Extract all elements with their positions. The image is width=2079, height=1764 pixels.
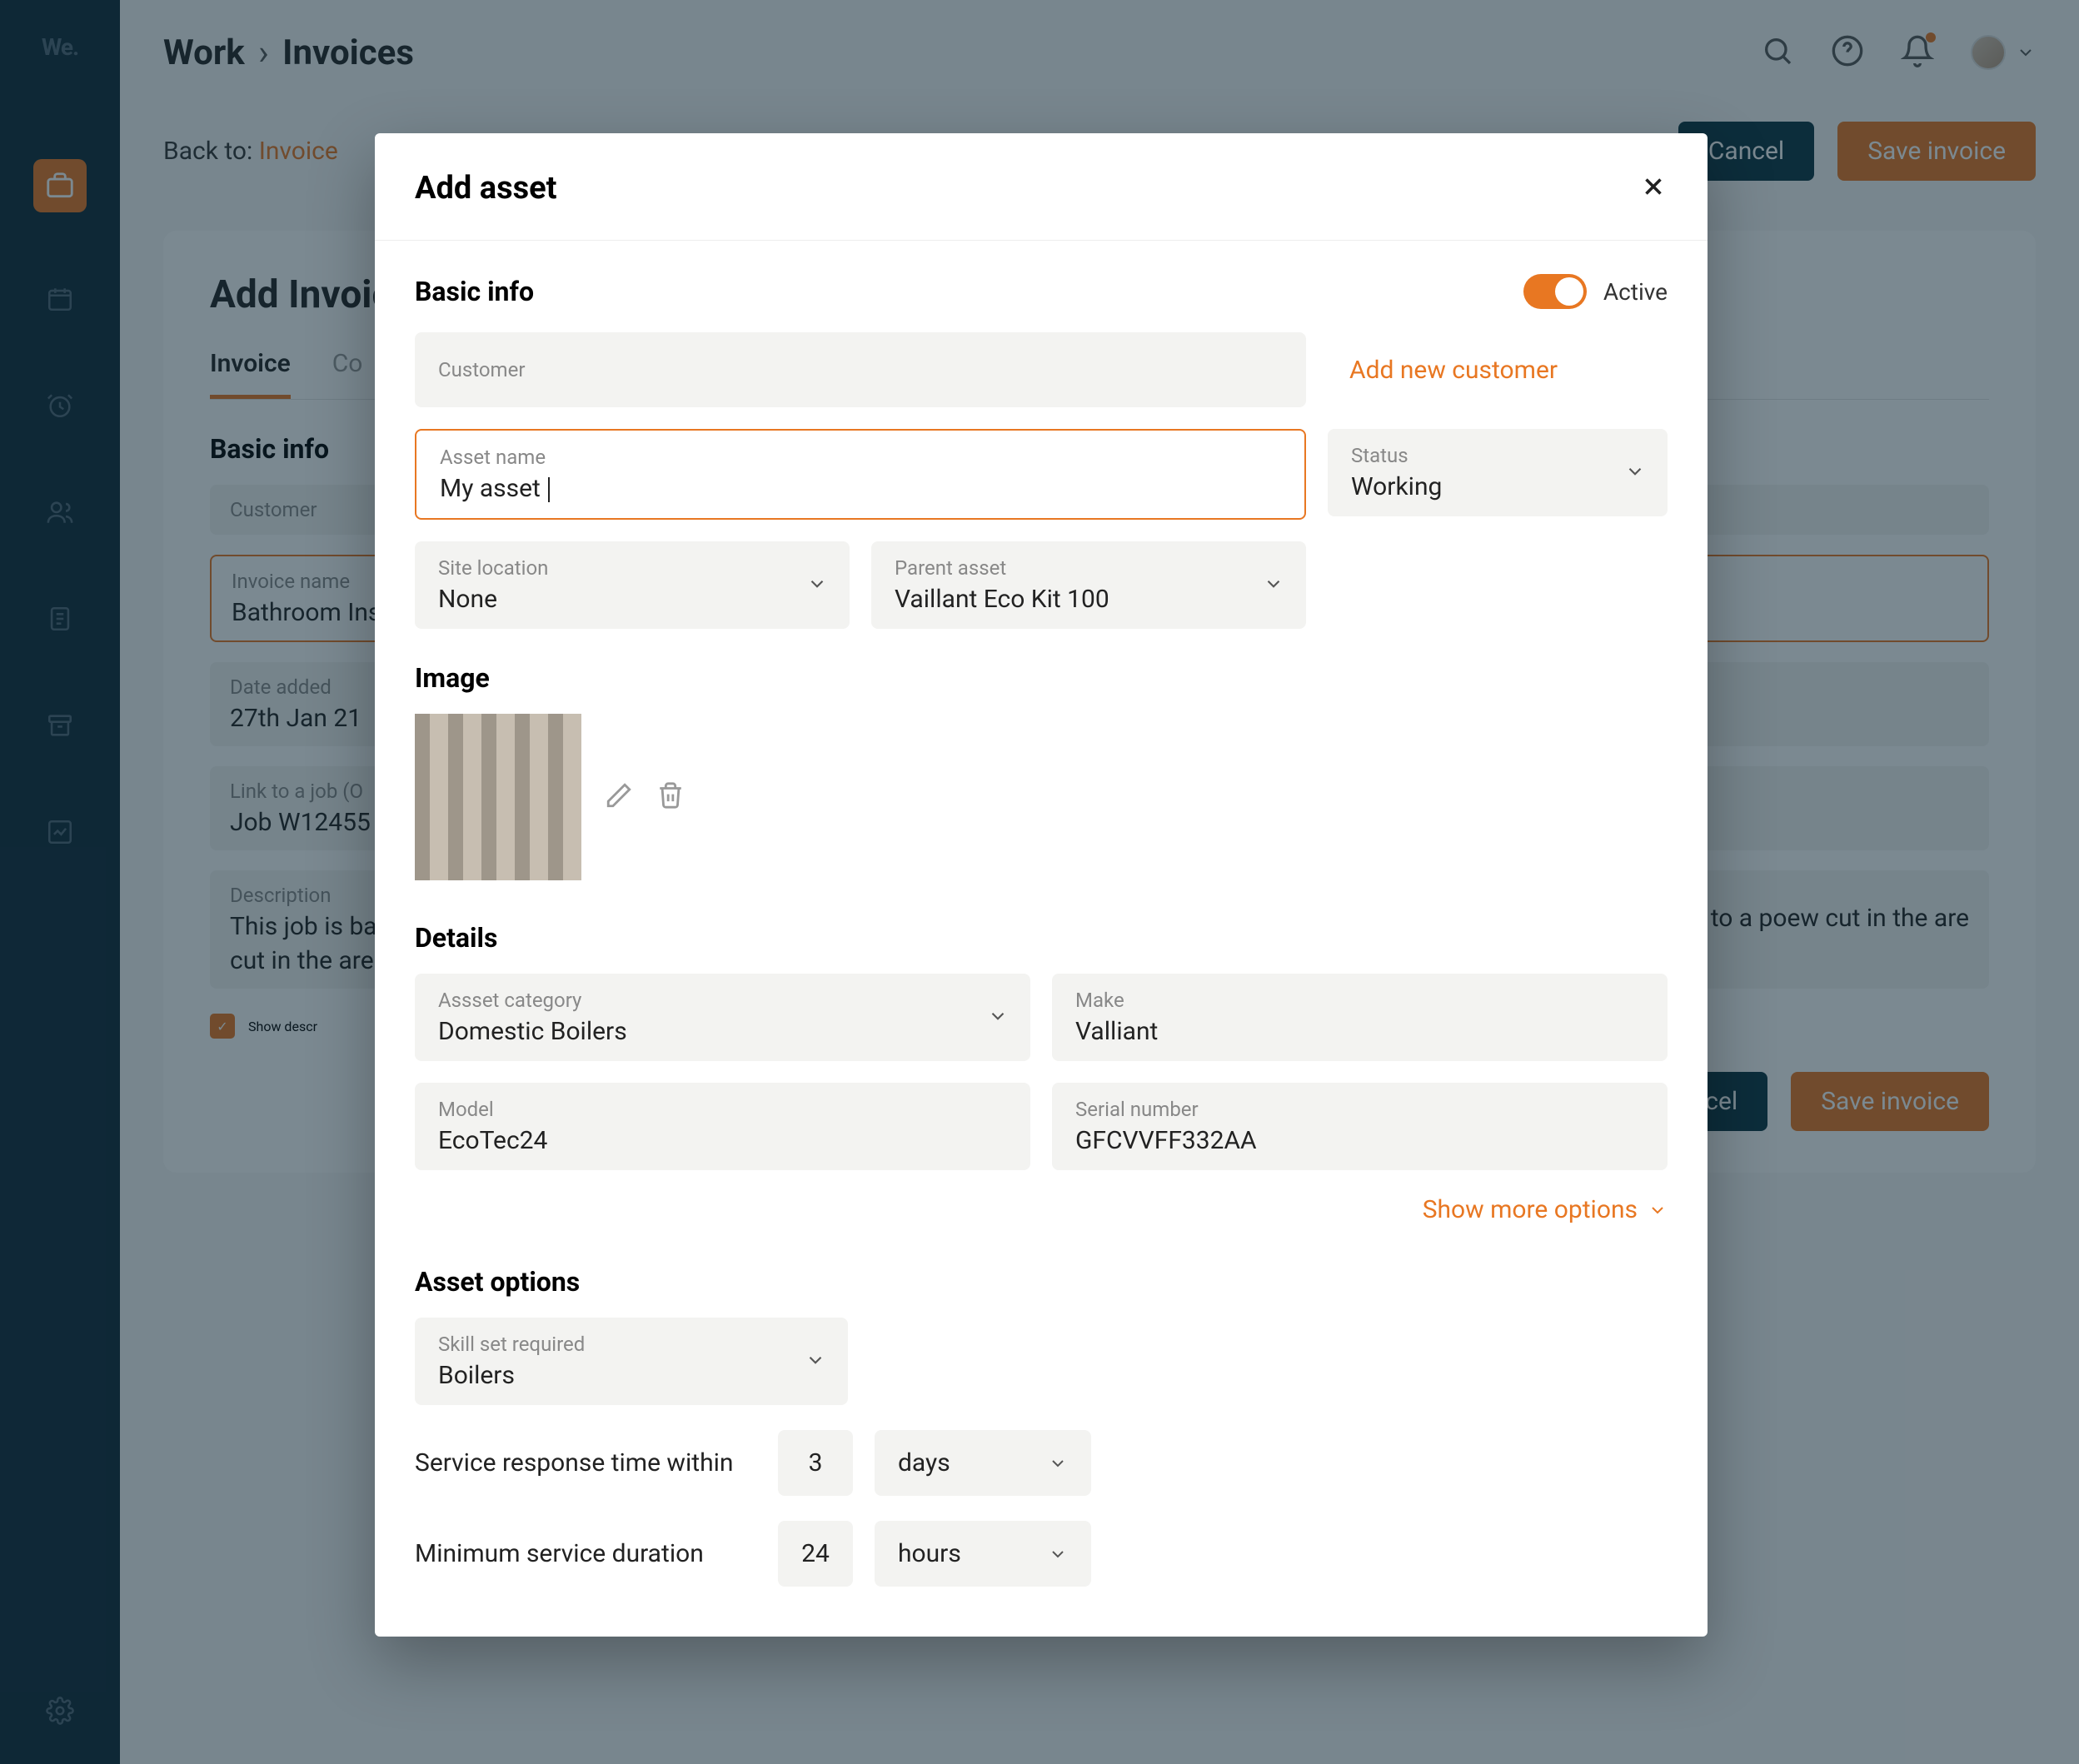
parent-asset-label: Parent asset [895, 556, 1283, 580]
category-label: Assset category [438, 989, 1007, 1012]
chevron-down-icon [1048, 1453, 1068, 1473]
pencil-icon [605, 781, 633, 810]
trash-icon [656, 781, 685, 810]
parent-asset-field[interactable]: Parent asset Vaillant Eco Kit 100 [871, 541, 1306, 629]
serial-field[interactable]: Serial number GFCVVFF332AA [1052, 1083, 1668, 1170]
chevron-down-icon [1263, 573, 1284, 598]
chevron-down-icon [1624, 461, 1646, 486]
show-more-link[interactable]: Show more options [415, 1195, 1668, 1224]
category-value: Domestic Boilers [438, 1017, 1007, 1046]
section-details: Details [415, 922, 1668, 954]
response-time-unit[interactable]: days [875, 1430, 1091, 1496]
chevron-down-icon [1648, 1200, 1668, 1220]
add-asset-modal: Add asset Basic info Active Customer Add… [375, 133, 1708, 1637]
close-button[interactable] [1639, 172, 1668, 204]
site-location-label: Site location [438, 556, 826, 580]
duration-unit[interactable]: hours [875, 1521, 1091, 1587]
edit-image-button[interactable] [605, 781, 633, 813]
duration-label: Minimum service duration [415, 1539, 756, 1568]
status-label: Status [1351, 444, 1644, 467]
chevron-down-icon [1048, 1544, 1068, 1564]
modal-title: Add asset [415, 170, 557, 207]
status-value: Working [1351, 472, 1644, 501]
response-time-input[interactable]: 3 [778, 1430, 853, 1496]
site-location-value: None [438, 585, 826, 614]
parent-asset-value: Vaillant Eco Kit 100 [895, 585, 1283, 614]
asset-name-field[interactable]: Asset name My asset [415, 429, 1306, 520]
model-value: EcoTec24 [438, 1126, 1007, 1155]
section-basic: Basic info [415, 276, 534, 307]
asset-name-value: My asset [440, 474, 1281, 503]
chevron-down-icon [987, 1005, 1009, 1030]
category-field[interactable]: Assset category Domestic Boilers [415, 974, 1030, 1061]
close-icon [1639, 172, 1668, 201]
model-field[interactable]: Model EcoTec24 [415, 1083, 1030, 1170]
make-field[interactable]: Make Valliant [1052, 974, 1668, 1061]
model-label: Model [438, 1098, 1007, 1121]
site-location-field[interactable]: Site location None [415, 541, 850, 629]
active-toggle[interactable] [1523, 274, 1587, 309]
status-field[interactable]: Status Working [1328, 429, 1668, 516]
active-label: Active [1603, 278, 1668, 306]
skill-field[interactable]: Skill set required Boilers [415, 1318, 848, 1405]
add-customer-link[interactable]: Add new customer [1349, 356, 1558, 385]
skill-value: Boilers [438, 1361, 825, 1390]
asset-name-label: Asset name [440, 446, 1281, 469]
response-time-label: Service response time within [415, 1448, 756, 1477]
chevron-down-icon [805, 1349, 826, 1374]
asset-image-thumbnail[interactable] [415, 714, 581, 880]
customer-label: Customer [438, 358, 1283, 381]
skill-label: Skill set required [438, 1333, 825, 1356]
serial-label: Serial number [1075, 1098, 1644, 1121]
duration-input[interactable]: 24 [778, 1521, 853, 1587]
section-options: Asset options [415, 1266, 1668, 1298]
serial-value: GFCVVFF332AA [1075, 1126, 1644, 1155]
chevron-down-icon [806, 573, 828, 598]
make-value: Valliant [1075, 1017, 1644, 1046]
customer-field[interactable]: Customer [415, 332, 1306, 407]
delete-image-button[interactable] [656, 781, 685, 813]
section-image: Image [415, 662, 1668, 694]
make-label: Make [1075, 989, 1644, 1012]
